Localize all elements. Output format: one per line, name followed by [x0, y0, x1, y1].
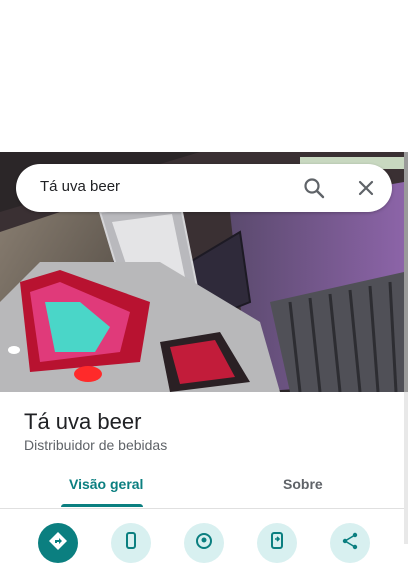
tab-about[interactable]: Sobre — [283, 476, 323, 492]
place-category[interactable]: Distribuidor de bebidas — [24, 437, 167, 453]
send-to-phone-button[interactable] — [257, 523, 297, 563]
phone-icon — [126, 532, 136, 549]
call-button[interactable] — [111, 523, 151, 563]
search-bar[interactable]: Tá uva beer — [16, 164, 392, 212]
share-icon — [342, 532, 358, 550]
tab-overview[interactable]: Visão geral — [69, 476, 143, 492]
scrollbar-thumb[interactable] — [404, 152, 408, 392]
share-button[interactable] — [330, 523, 370, 563]
nearby-button[interactable] — [184, 523, 224, 563]
place-name: Tá uva beer — [24, 409, 142, 434]
send-to-phone-icon — [271, 532, 283, 549]
active-tab-indicator — [61, 504, 143, 507]
nearby-icon — [196, 533, 212, 549]
close-icon[interactable] — [352, 174, 380, 202]
directions-icon — [49, 532, 67, 550]
search-icon[interactable] — [300, 174, 328, 202]
tab-bar: Visão geral Sobre — [0, 470, 404, 509]
directions-button[interactable] — [38, 523, 78, 563]
search-input[interactable]: Tá uva beer — [40, 178, 120, 195]
